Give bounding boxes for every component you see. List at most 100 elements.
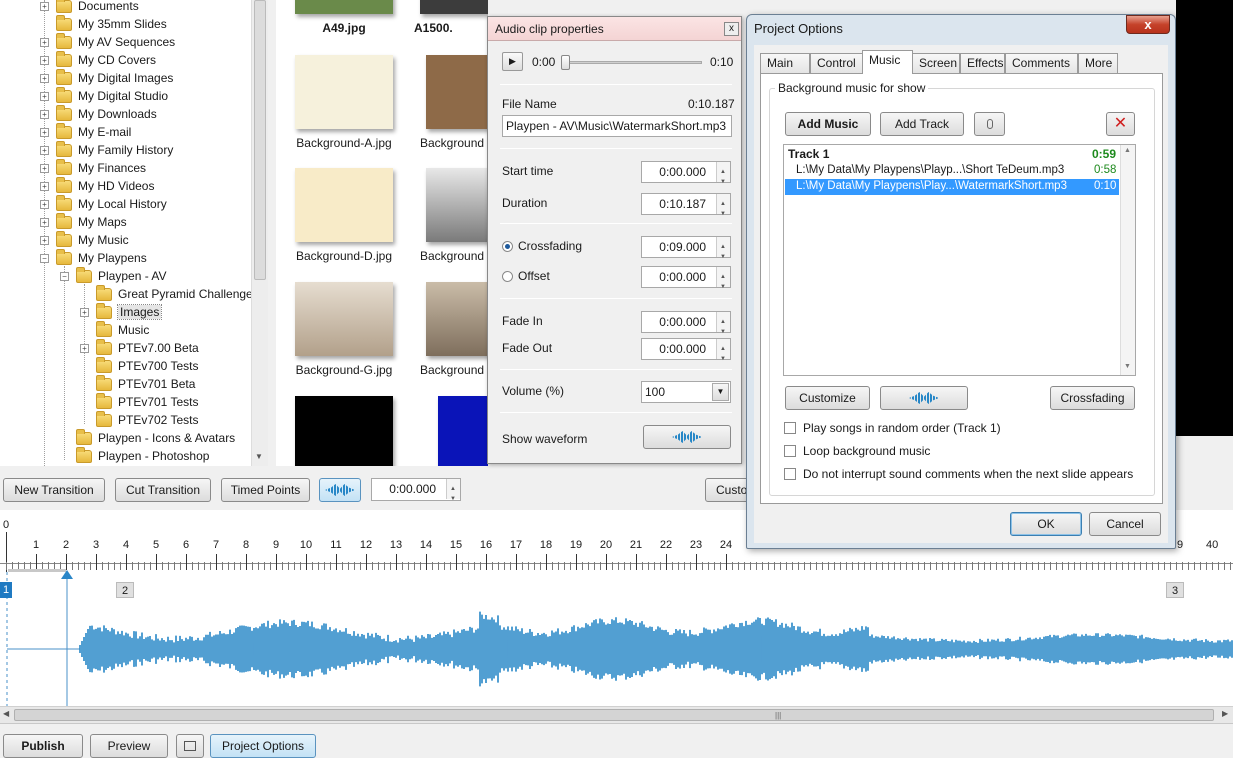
tree-item[interactable]: + Images: [80, 302, 163, 321]
tree-item[interactable]: − My Playpens: [40, 248, 147, 267]
thumbnail-image[interactable]: [295, 0, 393, 14]
tree-item[interactable]: + My Digital Studio: [40, 86, 168, 105]
add-track-button[interactable]: Add Track: [880, 112, 964, 136]
expand-icon[interactable]: +: [40, 217, 49, 227]
timeline-scrollbar[interactable]: ◀ ||| ▶: [0, 706, 1233, 723]
add-music-button[interactable]: Add Music: [785, 112, 871, 136]
tree-item[interactable]: + My Finances: [40, 158, 146, 177]
folder-tree[interactable]: + Documents My 35mm Slides + My AV Sequences…: [0, 0, 268, 466]
tab-control[interactable]: Control: [810, 53, 863, 73]
thumbnail-image[interactable]: [426, 55, 488, 129]
thumbnail-image[interactable]: [295, 396, 393, 466]
tree-scrollbar[interactable]: ▼: [251, 0, 268, 466]
tree-item[interactable]: + PTEv7.00 Beta: [80, 338, 199, 357]
tab-screen[interactable]: Screen: [912, 53, 960, 73]
audio-close-button[interactable]: x: [724, 22, 739, 36]
playback-slider[interactable]: [562, 61, 702, 64]
waveform-button[interactable]: [880, 386, 968, 410]
tree-item[interactable]: PTEv701 Beta: [80, 374, 195, 393]
tree-item[interactable]: Great Pyramid Challenge: [80, 284, 253, 303]
timeline-scroll-thumb[interactable]: |||: [14, 709, 1214, 721]
offset-field[interactable]: 0:00.000: [641, 266, 731, 297]
expand-icon[interactable]: +: [40, 199, 49, 209]
tree-item[interactable]: + My AV Sequences: [40, 32, 175, 51]
preview-button[interactable]: Preview: [90, 734, 168, 758]
expand-icon[interactable]: +: [40, 163, 49, 173]
scroll-up-icon[interactable]: ▲: [1124, 147, 1131, 154]
expand-icon[interactable]: +: [80, 307, 89, 317]
expand-icon[interactable]: +: [40, 37, 49, 47]
project-options-close-button[interactable]: x: [1126, 15, 1170, 34]
offset-radio[interactable]: Offset: [502, 269, 550, 283]
slide-marker[interactable]: 1: [0, 582, 12, 598]
tree-item[interactable]: PTEv702 Tests: [80, 410, 198, 429]
tree-item[interactable]: + Documents: [40, 0, 139, 15]
thumbnail-image[interactable]: [426, 168, 488, 242]
scroll-left-icon[interactable]: ◀: [3, 709, 9, 718]
fade-out-field[interactable]: 0:00.000: [641, 338, 731, 369]
playhead-icon[interactable]: [61, 570, 73, 579]
tree-item[interactable]: + My E-mail: [40, 122, 131, 141]
fade-in-field[interactable]: 0:00.000: [641, 311, 731, 342]
play-button[interactable]: ▶: [502, 52, 523, 71]
scroll-right-icon[interactable]: ▶: [1222, 709, 1228, 718]
thumbnail-panel[interactable]: A49.jpg A1500. Background-A.jpg Background B…: [276, 0, 488, 466]
thumbnail-image[interactable]: [295, 282, 393, 356]
tree-item[interactable]: + My Downloads: [40, 104, 157, 123]
cut-transition-button[interactable]: Cut Transition: [115, 478, 211, 502]
expand-icon[interactable]: +: [40, 109, 49, 119]
slide-marker[interactable]: 3: [1166, 582, 1184, 598]
customize-button[interactable]: Customize: [785, 386, 870, 410]
tree-item[interactable]: + My HD Videos: [40, 176, 154, 195]
timed-points-button[interactable]: Timed Points: [221, 478, 310, 502]
expand-icon[interactable]: +: [80, 343, 89, 353]
slide-options-button[interactable]: [176, 734, 204, 758]
delete-button[interactable]: ✕: [1106, 112, 1135, 136]
tree-item[interactable]: + My Music: [40, 230, 129, 249]
duration-field[interactable]: 0:10.187: [641, 193, 731, 224]
tree-item[interactable]: + My Maps: [40, 212, 127, 231]
new-transition-button[interactable]: New Transition: [3, 478, 105, 502]
tree-item[interactable]: PTEv701 Tests: [80, 392, 198, 411]
thumbnail-image[interactable]: [426, 282, 488, 356]
start-time-field[interactable]: 0:00.000: [641, 161, 731, 192]
tab-comments[interactable]: Comments: [1005, 53, 1078, 73]
ok-button[interactable]: OK: [1010, 512, 1082, 536]
tree-item[interactable]: PTEv700 Tests: [80, 356, 198, 375]
publish-button[interactable]: Publish: [3, 734, 83, 758]
expand-icon[interactable]: +: [40, 55, 49, 65]
option-checkbox[interactable]: Play songs in random order (Track 1): [784, 421, 1001, 435]
tab-more[interactable]: More: [1078, 53, 1118, 73]
tree-item[interactable]: + My Digital Images: [40, 68, 173, 87]
expand-icon[interactable]: +: [40, 91, 49, 101]
thumbnail-image[interactable]: [295, 168, 393, 242]
scroll-down-icon[interactable]: ▼: [1124, 363, 1131, 370]
expand-icon[interactable]: +: [40, 127, 49, 137]
crossfading-radio[interactable]: Crossfading: [502, 239, 582, 253]
option-checkbox[interactable]: Loop background music: [784, 444, 930, 458]
track-row[interactable]: L:\My Data\My Playpens\Playp...\Short Te…: [785, 163, 1119, 179]
track-row[interactable]: L:\My Data\My Playpens\Play...\Watermark…: [785, 179, 1119, 195]
track-list[interactable]: Track 1 0:59 L:\My Data\My Playpens\Play…: [783, 144, 1136, 376]
crossfading-button[interactable]: Crossfading: [1050, 386, 1135, 410]
tree-item[interactable]: + My Family History: [40, 140, 173, 159]
expand-icon[interactable]: +: [40, 181, 49, 191]
timeline-track[interactable]: 1 2 3: [0, 570, 1233, 706]
expand-icon[interactable]: +: [40, 73, 49, 83]
volume-select[interactable]: 100 ▼: [641, 381, 731, 403]
tree-scroll-thumb[interactable]: [254, 0, 266, 280]
waveform-toggle-button[interactable]: [319, 478, 361, 502]
option-checkbox[interactable]: Do not interrupt sound comments when the…: [784, 467, 1133, 481]
crossfading-field[interactable]: 0:09.000: [641, 236, 731, 267]
tree-item[interactable]: + My CD Covers: [40, 50, 156, 69]
thumbnail-image[interactable]: [295, 55, 393, 129]
playback-slider-handle[interactable]: [561, 55, 570, 70]
cancel-button[interactable]: Cancel: [1089, 512, 1161, 536]
project-options-button[interactable]: Project Options: [210, 734, 316, 758]
tree-item[interactable]: − Playpen - AV: [60, 266, 166, 285]
show-waveform-button[interactable]: [643, 425, 731, 449]
tree-item[interactable]: + My Local History: [40, 194, 167, 213]
expand-icon[interactable]: +: [40, 145, 49, 155]
file-name-field[interactable]: Playpen - AV\Music\WatermarkShort.mp3: [502, 115, 732, 137]
tab-main[interactable]: Main: [760, 53, 810, 73]
